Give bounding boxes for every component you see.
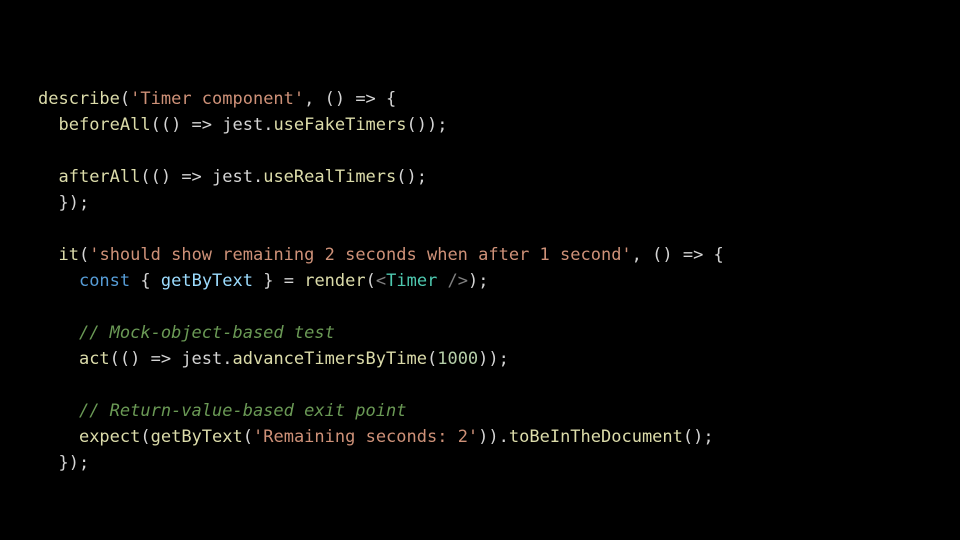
indent [38,453,58,473]
code-line: afterAll(() => jest.useRealTimers(); [38,167,427,187]
token-punct: ( [79,245,89,265]
indent [38,245,58,265]
token-jsx-bracket: < [376,271,386,291]
token-function: getByText [151,427,243,447]
token-punct: ()); [407,115,448,135]
code-line: // Return-value-based exit point [38,401,406,421]
token-punct: )); [478,349,509,369]
token-function: toBeInTheDocument [509,427,683,447]
token-punct: (); [396,167,427,187]
token-function: act [79,349,110,369]
code-line: it('should show remaining 2 seconds when… [38,245,724,265]
indent [38,349,79,369]
token-number: 1000 [437,349,478,369]
code-block: describe('Timer component', () => { befo… [0,0,960,476]
token-function: useFakeTimers [273,115,406,135]
code-line: expect(getByText('Remaining seconds: 2')… [38,427,714,447]
token-comment: // Return-value-based exit point [79,401,407,421]
token-punct: , () => { [304,89,396,109]
token-space [130,271,140,291]
token-function: describe [38,89,120,109]
token-punct: ( [243,427,253,447]
token-punct: , () => { [632,245,724,265]
indent [38,271,79,291]
token-punct: ( [366,271,376,291]
indent [38,115,58,135]
token-string: 'Remaining seconds: 2' [253,427,478,447]
token-string: 'should show remaining 2 seconds when af… [89,245,631,265]
code-line: }); [38,453,89,473]
token-punct: ( [140,427,150,447]
indent [38,401,79,421]
indent [38,323,79,343]
code-line: const { getByText } = render(<Timer />); [38,271,489,291]
token-function: advanceTimersByTime [233,349,427,369]
indent [38,427,79,447]
token-punct: } [253,271,273,291]
token-punct: (() => jest. [151,115,274,135]
token-type: Timer [386,271,437,291]
code-line: act(() => jest.advanceTimersByTime(1000)… [38,349,509,369]
indent [38,193,58,213]
token-punct: = [273,271,304,291]
code-line: // Mock-object-based test [38,323,335,343]
token-punct: ); [468,271,488,291]
code-line: describe('Timer component', () => { [38,89,396,109]
token-punct: )). [478,427,509,447]
token-string: 'Timer component' [130,89,304,109]
token-function: expect [79,427,140,447]
token-function: useRealTimers [263,167,396,187]
token-punct: (); [683,427,714,447]
token-comment: // Mock-object-based test [79,323,335,343]
token-function: beforeAll [58,115,150,135]
token-punct: (() => jest. [140,167,263,187]
code-line: }); [38,193,89,213]
token-punct: { [140,271,160,291]
token-function: afterAll [58,167,140,187]
token-punct: }); [58,453,89,473]
token-punct: ( [120,89,130,109]
token-punct: ( [427,349,437,369]
token-keyword: const [79,271,130,291]
token-jsx-bracket: /> [437,271,468,291]
indent [38,167,58,187]
token-function: it [58,245,78,265]
code-line: beforeAll(() => jest.useFakeTimers()); [38,115,447,135]
token-punct: (() => jest. [110,349,233,369]
token-punct: }); [58,193,89,213]
token-variable: getByText [161,271,253,291]
token-function: render [304,271,365,291]
